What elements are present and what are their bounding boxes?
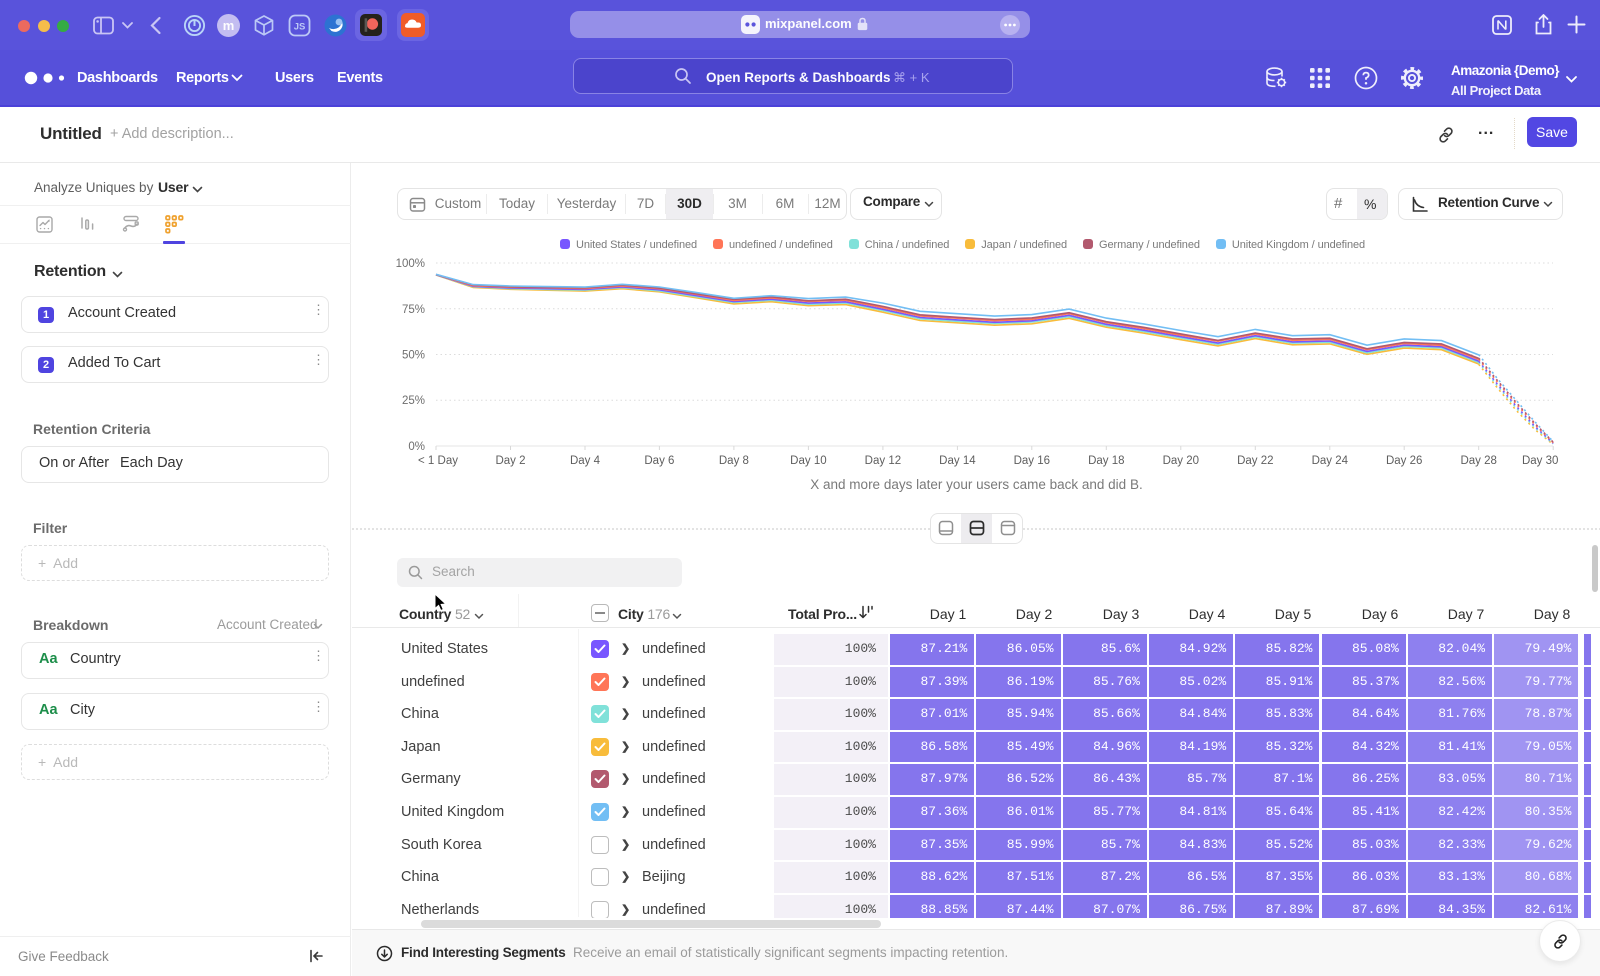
svg-text:JS: JS (294, 22, 306, 33)
